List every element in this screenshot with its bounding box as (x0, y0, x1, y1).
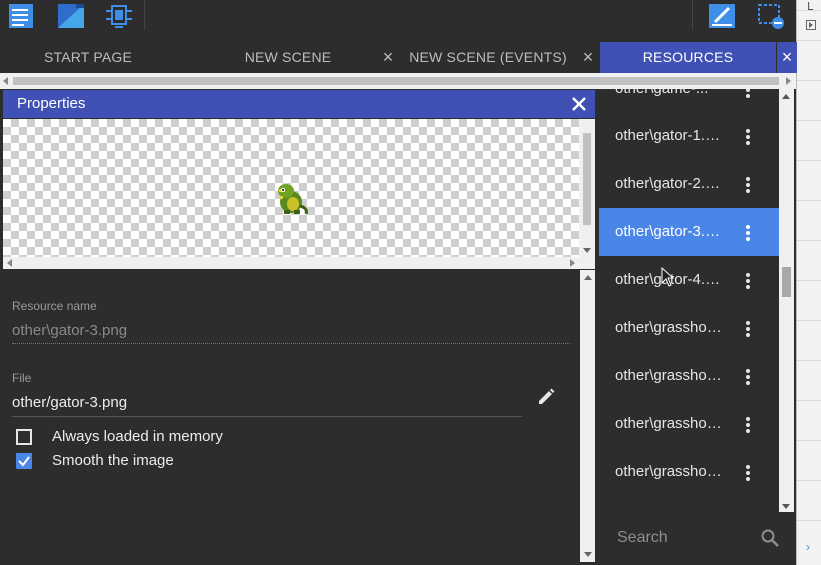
project-manager-icon[interactable] (6, 2, 36, 30)
resource-item-name: other\grasshopper-4.png (615, 463, 727, 480)
scroll-up-arrow-icon[interactable] (584, 275, 592, 280)
tab-new-scene[interactable]: NEW SCENE (200, 42, 376, 73)
chevron-right-icon[interactable]: › (806, 540, 810, 554)
mouse-cursor-icon (661, 266, 675, 292)
scroll-up-arrow-icon[interactable] (782, 94, 790, 99)
close-icon[interactable]: × (777, 42, 797, 73)
close-icon[interactable]: × (378, 42, 398, 73)
scroll-down-arrow-icon[interactable] (583, 248, 591, 253)
resource-item-name: other\gator-2.png (615, 175, 727, 192)
always-loaded-checkbox[interactable] (16, 429, 32, 445)
preview-vertical-scrollbar[interactable] (579, 119, 595, 257)
scroll-right-arrow-icon[interactable] (786, 77, 791, 85)
scroll-right-arrow-icon[interactable] (570, 259, 575, 267)
edit-icon[interactable] (707, 2, 737, 30)
toolbar (0, 0, 796, 42)
scrollbar-thumb[interactable] (583, 133, 591, 225)
scroll-down-arrow-icon[interactable] (782, 504, 790, 509)
smooth-image-label: Smooth the image (52, 452, 174, 469)
search-input[interactable] (615, 526, 749, 550)
close-icon[interactable] (569, 94, 589, 114)
gator-sprite (274, 182, 310, 221)
tab-new-scene-events[interactable]: NEW SCENE (EVENTS) (400, 42, 576, 73)
field-underline (12, 416, 522, 417)
panel-toggle-icon[interactable] (806, 20, 816, 30)
resource-item-name: other\grasshopper-3.png (615, 415, 727, 432)
scroll-left-arrow-icon[interactable] (7, 259, 12, 267)
search-icon[interactable] (760, 528, 780, 553)
list-item[interactable]: other\gator-2.png (599, 160, 779, 208)
list-item[interactable]: other\game-... (599, 89, 779, 113)
field-underline (12, 343, 570, 344)
resource-item-name: other\grasshopper-1.png (615, 319, 727, 336)
horizontal-scrollbar[interactable] (0, 73, 796, 89)
scrollbar-thumb[interactable] (13, 77, 779, 85)
image-preview (3, 119, 595, 269)
resource-item-name: other\game-... (615, 89, 727, 113)
list-item[interactable]: other\grasshopper-2.png (599, 352, 779, 400)
list-item[interactable]: other\grasshopper-4.png (599, 448, 779, 496)
more-vert-icon[interactable] (746, 321, 750, 337)
more-vert-icon[interactable] (746, 273, 750, 289)
scroll-left-arrow-icon[interactable] (3, 77, 8, 85)
list-item[interactable]: other\grasshopper-1.png (599, 304, 779, 352)
list-item[interactable]: other\gator-4.png (599, 256, 779, 304)
list-item[interactable]: other\grasshopper-3.png (599, 400, 779, 448)
form-vertical-scrollbar[interactable] (580, 270, 595, 562)
list-item[interactable]: other\gator-1.png (599, 112, 779, 160)
properties-header: Properties (3, 90, 595, 118)
pencil-icon[interactable] (536, 387, 556, 412)
more-vert-icon[interactable] (746, 177, 750, 193)
scene-editor-icon[interactable] (56, 2, 86, 30)
resource-name-label: Resource name (12, 299, 97, 313)
resource-name-field: other\gator-3.png (12, 322, 128, 339)
selection-icon[interactable] (756, 2, 786, 30)
more-vert-icon[interactable] (746, 417, 750, 433)
more-vert-icon[interactable] (746, 225, 750, 241)
properties-title: Properties (17, 95, 86, 112)
always-loaded-label: Always loaded in memory (52, 428, 223, 445)
more-vert-icon[interactable] (746, 465, 750, 481)
more-vert-icon[interactable] (746, 129, 750, 145)
smooth-image-checkbox[interactable] (16, 453, 32, 469)
list-item-partial[interactable] (599, 496, 779, 512)
resource-list-scrollbar[interactable] (779, 89, 794, 512)
file-field[interactable]: other/gator-3.png (12, 394, 127, 411)
tab-start-page[interactable]: START PAGE (0, 42, 176, 73)
scrollbar-corner (579, 257, 595, 269)
checkmark-icon (18, 456, 30, 467)
right-sidebar: ᒪ › (796, 0, 821, 565)
scrollbar-thumb[interactable] (782, 267, 791, 297)
tab-resources[interactable]: RESOURCES (600, 42, 776, 73)
properties-form: Resource name other\gator-3.png File oth… (0, 270, 596, 565)
preview-horizontal-scrollbar[interactable] (3, 257, 579, 269)
resource-list: other\game-... other\gator-1.png other\g… (599, 89, 779, 512)
close-icon[interactable]: × (578, 42, 598, 73)
right-sidebar-fragment: ᒪ (807, 1, 814, 13)
scroll-down-arrow-icon[interactable] (584, 552, 592, 557)
resource-item-name: other\gator-3.png (615, 223, 727, 240)
list-item-selected[interactable]: other\gator-3.png (599, 208, 779, 256)
search-bar (599, 512, 796, 565)
file-label: File (12, 371, 32, 385)
more-vert-icon[interactable] (746, 369, 750, 385)
tab-bar: START PAGE NEW SCENE × NEW SCENE (EVENTS… (0, 42, 797, 73)
resource-item-name: other\grasshopper-2.png (615, 367, 727, 384)
resource-item-name: other\gator-1.png (615, 127, 727, 144)
debugger-icon[interactable] (104, 2, 134, 30)
more-vert-icon[interactable] (746, 89, 750, 98)
